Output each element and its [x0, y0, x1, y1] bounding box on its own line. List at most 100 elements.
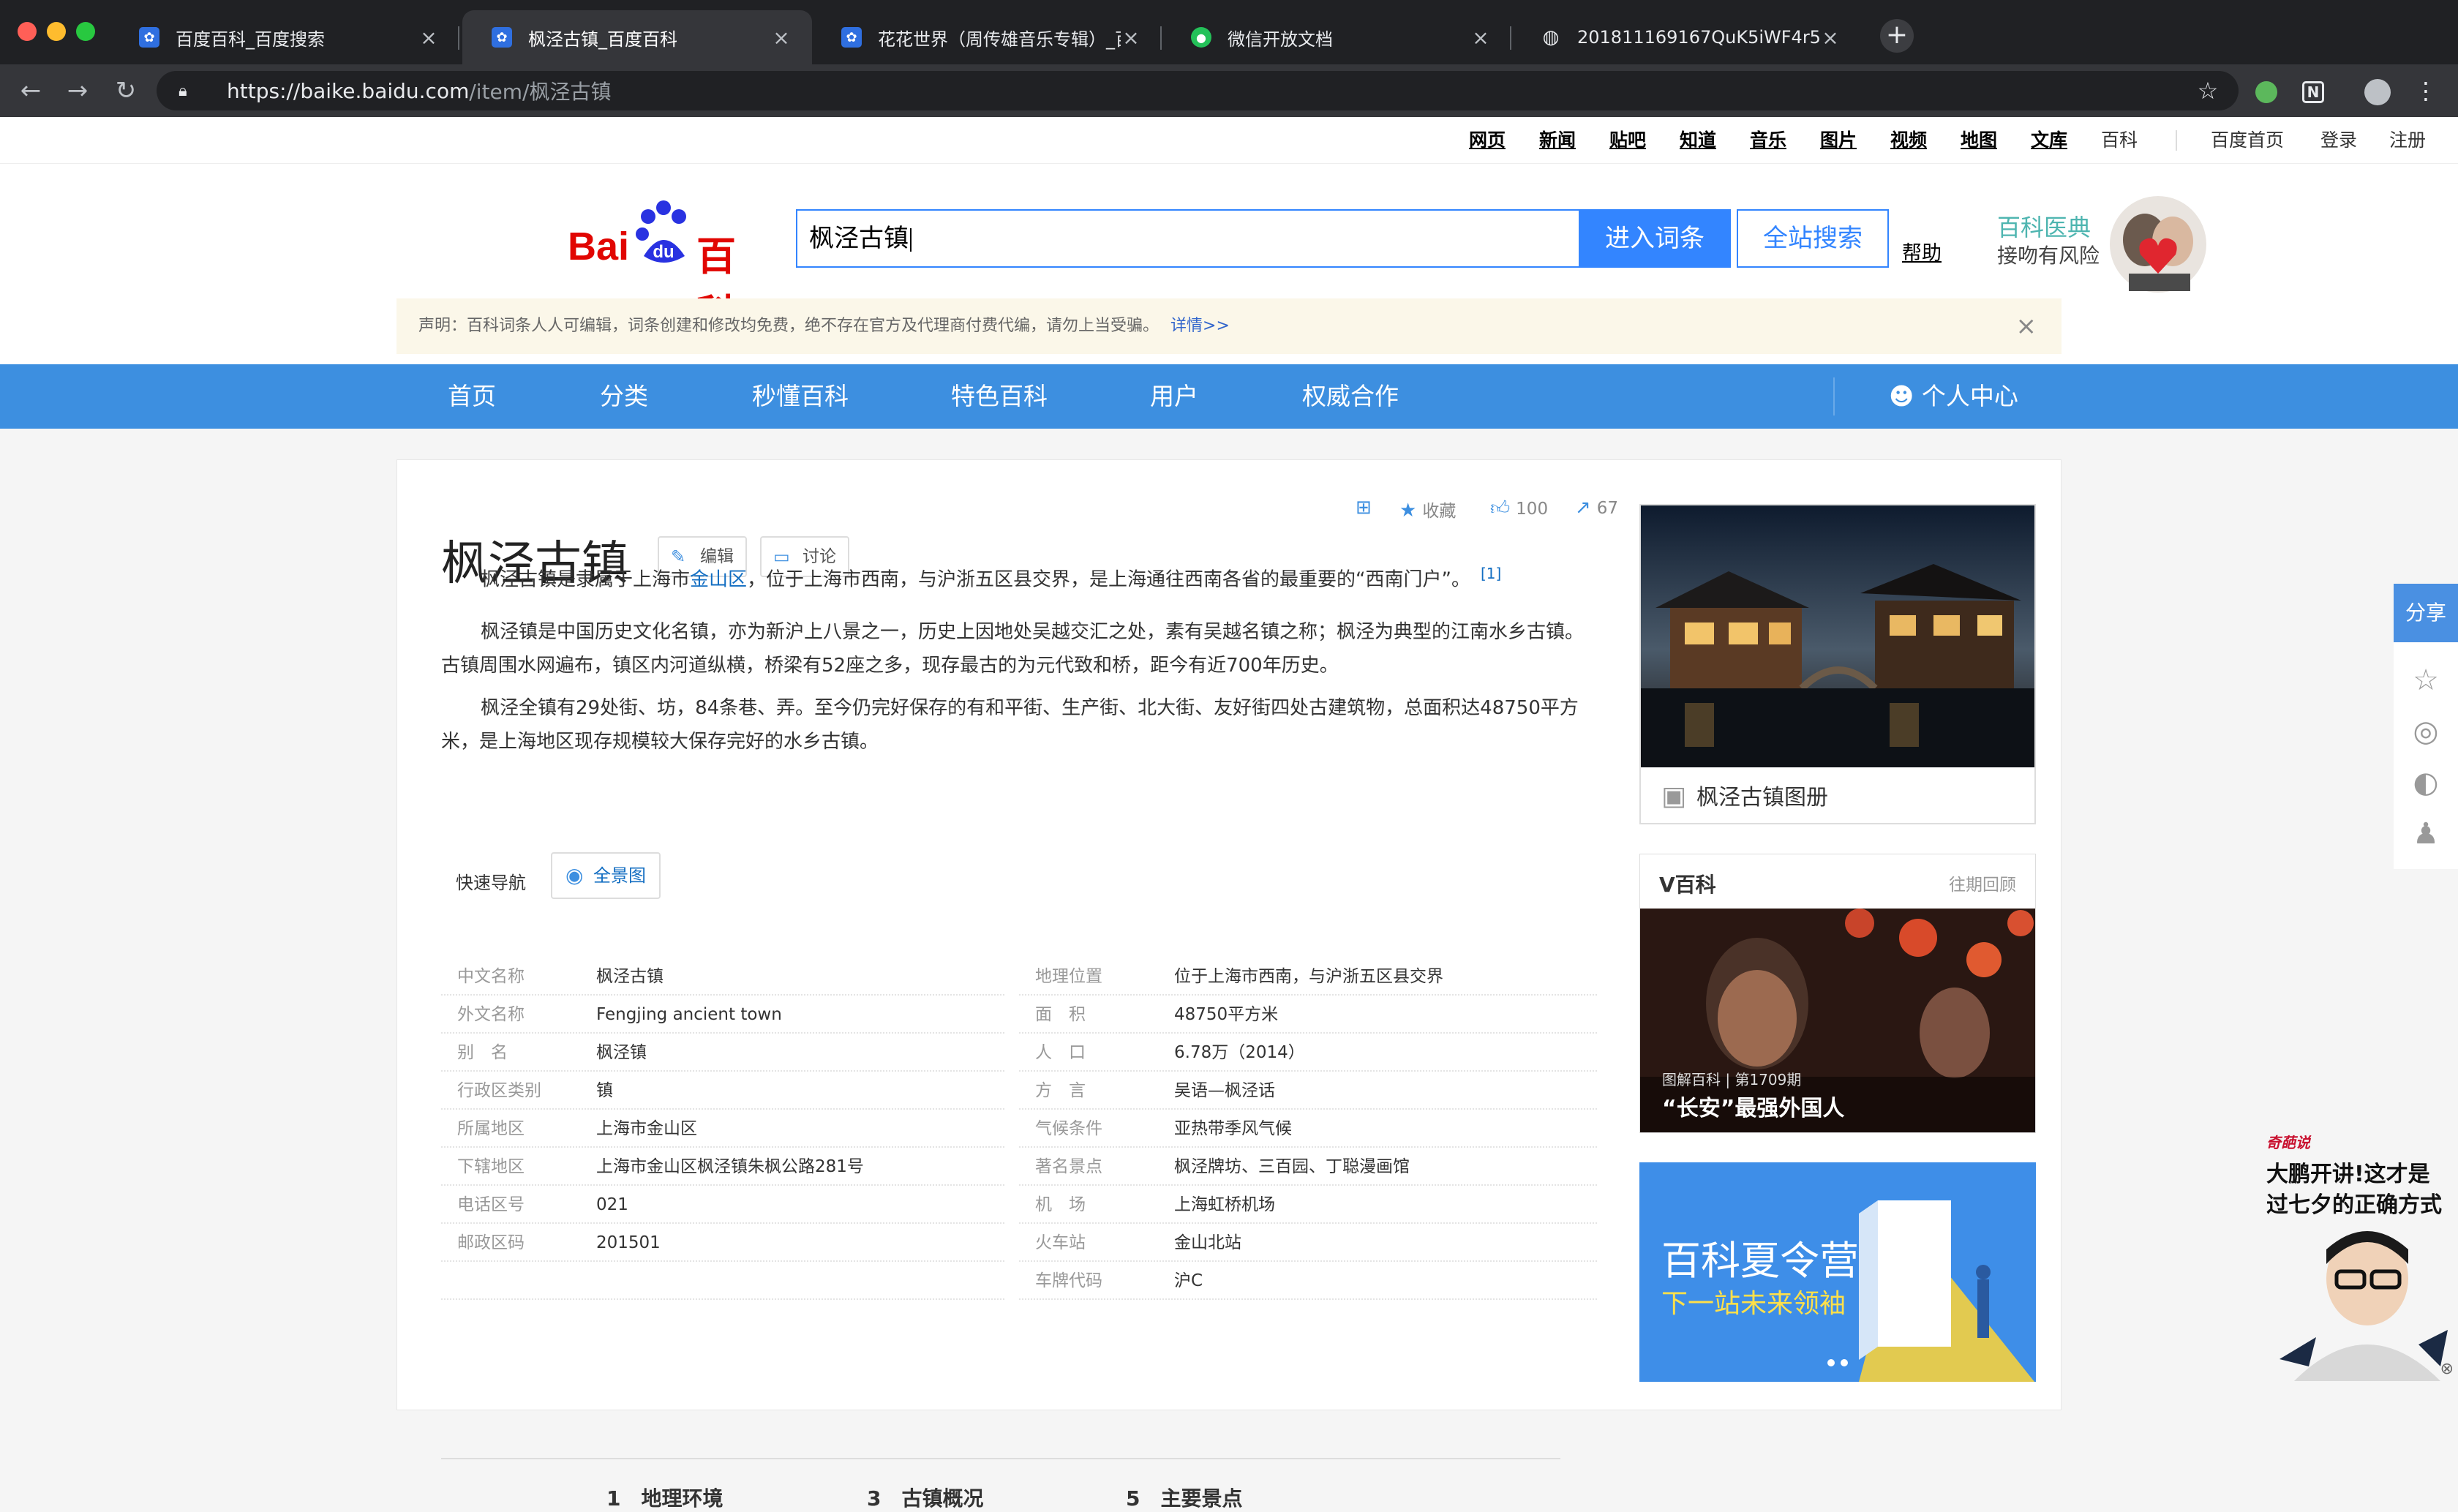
share-button[interactable]: 分享: [2394, 584, 2458, 642]
minimize-window-button[interactable]: [47, 22, 66, 41]
site-search-button[interactable]: 全站搜索: [1737, 209, 1889, 268]
medical-promo[interactable]: 百科医典 接吻有风险: [1997, 193, 2211, 296]
like-button[interactable]: 👍︎ 100: [1490, 497, 1548, 519]
weibo-icon[interactable]: ◎: [2407, 712, 2445, 751]
close-tab-icon[interactable]: ×: [1470, 26, 1491, 50]
topnav-link[interactable]: 知道: [1680, 126, 1716, 152]
add-icon[interactable]: ⊞: [1356, 497, 1378, 519]
notice-detail-link[interactable]: 详情>>: [1170, 317, 1230, 335]
toc-item[interactable]: 3 古镇概况: [867, 1483, 983, 1512]
wechat-icon: ●: [1191, 27, 1211, 48]
browser-tab-strip: ✿ 百度百科_百度搜索 × ✿ 枫泾古镇_百度百科 × ✿ 花花世界（周传雄音乐…: [0, 0, 2458, 64]
close-icon[interactable]: ×: [2016, 298, 2037, 354]
info-row: 著名景点 枫泾牌坊、三百园、丁聪漫画馆: [1019, 1148, 1597, 1186]
search-input[interactable]: 枫泾古镇: [796, 209, 1580, 268]
info-row: 方 言吴语—枫泾话: [1019, 1072, 1597, 1110]
info-row: 中文名称 枫泾古镇: [441, 958, 1004, 996]
close-tab-icon[interactable]: ×: [1820, 26, 1841, 50]
topnav-link[interactable]: 音乐: [1750, 126, 1786, 152]
profile-avatar-icon[interactable]: [2363, 76, 2392, 105]
address-bar[interactable]: 🔒︎ https://baike.baidu.com/item/枫泾古镇: [157, 71, 2239, 110]
promo-title: 百科医典: [1997, 214, 2091, 241]
summary-paragraph-2: 枫泾镇是中国历史文化名镇，亦为新沪上八景之一，历史上因地处吴越交汇之处，素有吴越…: [441, 621, 1585, 677]
bookmark-star-icon[interactable]: ☆: [2193, 76, 2222, 105]
browser-menu-icon[interactable]: ⋮: [2411, 76, 2440, 105]
wechat-icon[interactable]: ◐: [2407, 764, 2445, 802]
top-links-bar: 网页 新闻 贴吧 知道 音乐 图片 视频 地图 文库 百科 百度首页 登录 注册: [0, 117, 2458, 164]
star-icon[interactable]: ☆: [2407, 661, 2445, 699]
close-tab-icon[interactable]: ×: [1121, 26, 1141, 50]
help-link[interactable]: 帮助: [1902, 237, 1942, 266]
camp-title: 百科夏令营: [1661, 1238, 1859, 1284]
info-row: 别 名枫泾镇: [441, 1034, 1004, 1072]
nav-users[interactable]: 用户: [1150, 364, 1198, 429]
new-tab-button[interactable]: +: [1880, 19, 1914, 53]
topnav-current: 百科: [2101, 129, 2138, 151]
floating-ad[interactable]: 奇葩说 大鹏开讲!这才是 过七夕的正确方式 ⊗: [2265, 1125, 2458, 1381]
notion-extension-icon[interactable]: N: [2299, 76, 2328, 105]
tab-title: 花花世界（周传雄音乐专辑）_百: [878, 29, 1121, 50]
nav-home[interactable]: 首页: [448, 364, 496, 429]
topnav-link[interactable]: 贴吧: [1609, 126, 1646, 152]
topnav-link[interactable]: 网页: [1469, 126, 1506, 152]
nav-miaodong[interactable]: 秒懂百科: [752, 364, 849, 429]
nav-user-center[interactable]: ☻ 个人中心: [1889, 364, 2018, 429]
reload-icon[interactable]: ↻: [107, 72, 145, 110]
extension-icon[interactable]: [2252, 76, 2281, 105]
info-row: 地理位置 位于上海市西南，与沪浙五区县交界: [1019, 958, 1597, 996]
promo-couple-image: [2110, 196, 2206, 293]
browser-tab[interactable]: ✿ 花花世界（周传雄音乐专辑）_百 ×: [812, 10, 1162, 64]
svg-text:du: du: [653, 242, 674, 262]
topnav-link[interactable]: 文库: [2031, 126, 2067, 152]
close-ad-icon[interactable]: ⊗: [2440, 1360, 2454, 1378]
lock-icon: 🔒︎: [178, 81, 187, 100]
browser-tab[interactable]: ✿ 百度百科_百度搜索 ×: [110, 10, 459, 64]
nav-category[interactable]: 分类: [600, 364, 648, 429]
disclaimer-notice: 声明：百科词条人人可编辑，词条创建和修改均免费，绝不存在官方及代理商付费代编，请…: [396, 298, 2062, 354]
baidu-baike-logo[interactable]: Bai du 百科: [568, 200, 767, 336]
enter-entry-button[interactable]: 进入词条: [1579, 209, 1731, 268]
baidu-paw-icon: ✿: [139, 27, 159, 48]
summer-camp-banner[interactable]: 百科夏令营 下一站未来领袖: [1639, 1162, 2036, 1382]
panorama-button[interactable]: ◉ 全景图: [551, 852, 661, 899]
past-issues-link[interactable]: 往期回顾: [1949, 870, 2016, 895]
jinshan-district-link[interactable]: 金山区: [690, 569, 747, 591]
v-baike-box: V百科 往期回顾 图解百科 | 第1709期 “长安”最强外国人: [1639, 854, 2036, 1133]
info-row: 外文名称 Fengjing ancient town: [441, 996, 1004, 1034]
close-tab-icon[interactable]: ×: [418, 26, 439, 50]
collect-button[interactable]: ★ 收藏: [1399, 497, 1456, 522]
browser-tab[interactable]: ◍ 201811169167QuK5iWF4r5Yrfl ×: [1511, 10, 1861, 64]
maximize-window-button[interactable]: [76, 22, 95, 41]
login-link[interactable]: 登录: [2320, 126, 2357, 152]
share-count-button[interactable]: ↗ 67: [1575, 497, 1618, 519]
ancient-town-photo: [1641, 505, 2034, 767]
toc-item[interactable]: 1 地理环境: [606, 1483, 723, 1512]
topnav-link[interactable]: 图片: [1820, 126, 1857, 152]
info-row: [441, 1262, 1004, 1300]
browser-tab[interactable]: ● 微信开放文档 ×: [1162, 10, 1511, 64]
back-arrow-icon[interactable]: ←: [12, 72, 50, 110]
close-tab-icon[interactable]: ×: [771, 26, 792, 50]
toc-item[interactable]: 5 主要景点: [1126, 1483, 1242, 1512]
info-row: 电话区号 021: [441, 1186, 1004, 1224]
register-link[interactable]: 注册: [2389, 126, 2426, 152]
image-gallery-icon: ▣: [1661, 781, 1687, 811]
tab-title: 微信开放文档: [1228, 29, 1333, 50]
baidu-paw-icon: ✿: [492, 27, 512, 48]
topnav-link[interactable]: 地图: [1961, 126, 1997, 152]
browser-tab-active[interactable]: ✿ 枫泾古镇_百度百科 ×: [462, 10, 812, 64]
baidu-home-link[interactable]: 百度首页: [2211, 126, 2284, 152]
vbox-issue: 图解百科 | 第1709期: [1662, 1071, 1802, 1088]
qq-icon[interactable]: ♟: [2407, 815, 2445, 853]
forward-arrow-icon[interactable]: →: [59, 72, 97, 110]
info-row: 下辖地区 上海市金山区枫泾镇朱枫公路281号: [441, 1148, 1004, 1186]
topnav-link[interactable]: 新闻: [1539, 126, 1576, 152]
baidu-paw-icon: ✿: [841, 27, 862, 48]
topnav-link[interactable]: 视频: [1890, 126, 1927, 152]
reference-link[interactable]: [1]: [1481, 565, 1501, 582]
photo-album[interactable]: ▣ 枫泾古镇图册: [1639, 504, 2036, 824]
vbox-headline: “长安”最强外国人: [1662, 1096, 1845, 1121]
nav-cooperation[interactable]: 权威合作: [1302, 364, 1399, 429]
nav-featured[interactable]: 特色百科: [951, 364, 1048, 429]
close-window-button[interactable]: [18, 22, 37, 41]
